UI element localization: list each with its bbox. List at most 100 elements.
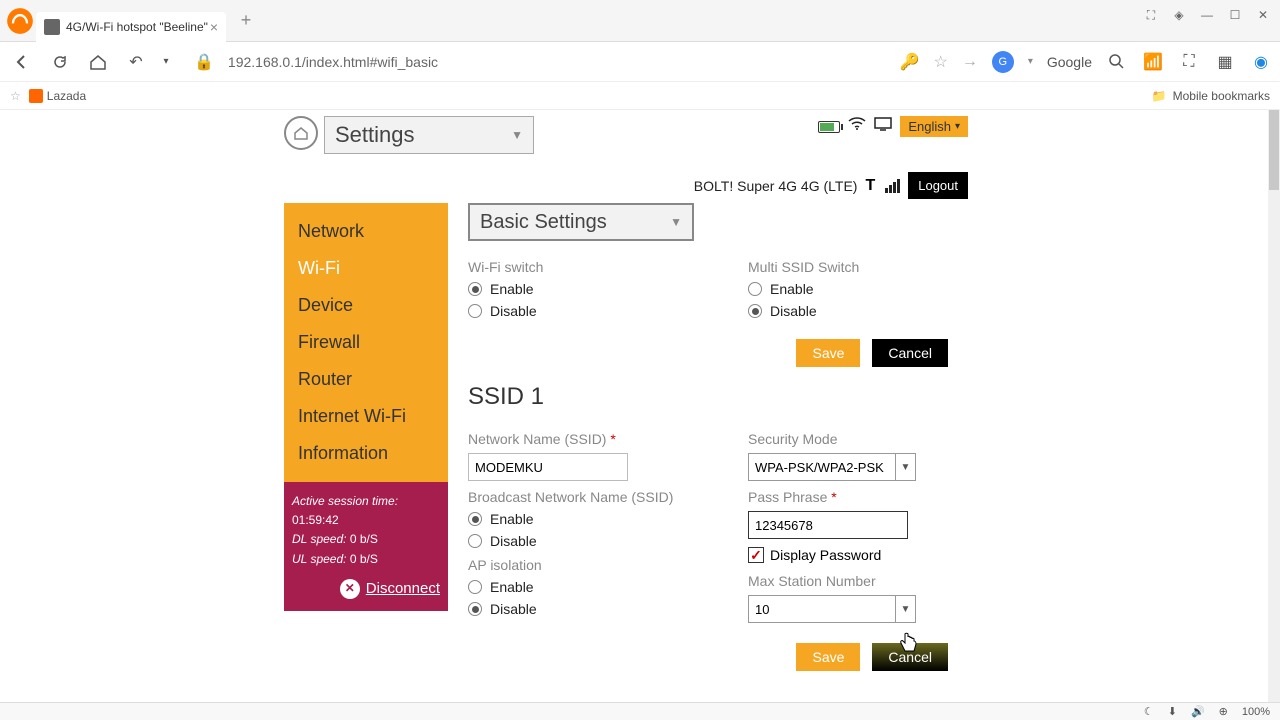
bookmark-bar: ☆ Lazada 📁 Mobile bookmarks — [0, 82, 1280, 110]
passphrase-label: Pass Phrase * — [748, 489, 968, 505]
disconnect-button[interactable]: ✕ Disconnect — [292, 577, 440, 601]
broadcast-enable-radio[interactable]: Enable — [468, 511, 688, 527]
network-name-label: Network Name (SSID) * — [468, 431, 688, 447]
session-time-value: 01:59:42 — [292, 511, 440, 530]
sidebar-item-firewall[interactable]: Firewall — [284, 324, 448, 361]
vertical-scrollbar[interactable] — [1268, 110, 1280, 702]
signal-bars-icon — [885, 179, 900, 193]
star-icon[interactable]: ☆ — [933, 52, 947, 72]
sidebar-nav: Network Wi-Fi Device Firewall Router Int… — [284, 203, 448, 482]
reload-button[interactable] — [46, 48, 74, 76]
home-button[interactable] — [84, 48, 112, 76]
chevron-down-icon: ▼ — [895, 454, 915, 480]
cancel-button-bottom[interactable]: Cancel — [872, 643, 948, 671]
ap-iso-enable-radio[interactable]: Enable — [468, 579, 688, 595]
broadcast-disable-radio[interactable]: Disable — [468, 533, 688, 549]
window-expand-icon[interactable]: ⛶ — [1140, 6, 1162, 24]
page-viewport: Settings ▼ English ▾ BOLT! Super 4G 4G (… — [0, 110, 1268, 702]
max-station-value: 10 — [755, 602, 769, 617]
moon-icon[interactable]: ☾ — [1144, 705, 1154, 718]
multi-ssid-enable-radio[interactable]: Enable — [748, 281, 968, 297]
ap-iso-disable-radio[interactable]: Disable — [468, 601, 688, 617]
settings-dropdown[interactable]: Settings ▼ — [324, 116, 534, 154]
zoom-value: 100% — [1242, 706, 1270, 718]
back-button[interactable] — [8, 48, 36, 76]
tab-favicon — [44, 19, 60, 35]
volume-icon[interactable]: 🔊 — [1191, 705, 1205, 718]
wifi-status-icon — [848, 117, 866, 136]
sidebar-item-device[interactable]: Device — [284, 287, 448, 324]
radio-checked-icon — [468, 512, 482, 526]
folder-icon: 📁 — [1152, 89, 1167, 103]
window-close-icon[interactable]: ✕ — [1252, 6, 1274, 24]
basic-settings-dropdown[interactable]: Basic Settings ▼ — [468, 203, 694, 241]
window-shield-icon[interactable]: ◈ — [1168, 6, 1190, 24]
browser-status-bar: ☾ ⬇ 🔊 ⊕ 100% — [0, 702, 1280, 720]
url-text[interactable]: 192.168.0.1/index.html#wifi_basic — [228, 54, 438, 70]
chevron-down-icon: ▼ — [895, 596, 915, 622]
session-time-label: Active session time: — [292, 492, 440, 511]
passphrase-input[interactable] — [748, 511, 908, 539]
logout-button[interactable]: Logout — [908, 172, 968, 199]
save-button-top[interactable]: Save — [796, 339, 860, 367]
sidebar-item-wifi[interactable]: Wi-Fi — [284, 250, 448, 287]
battery-icon — [818, 121, 840, 133]
language-selector[interactable]: English ▾ — [900, 116, 968, 137]
key-icon[interactable]: 🔑 — [900, 52, 920, 72]
window-maximize-icon[interactable]: ☐ — [1224, 6, 1246, 24]
search-icon[interactable] — [1106, 51, 1128, 73]
sidebar-item-network[interactable]: Network — [284, 213, 448, 250]
screenshot-icon[interactable]: ⛶ — [1178, 51, 1200, 73]
forward-arrow-icon[interactable]: → — [962, 53, 978, 71]
extensions-icon[interactable]: ▦ — [1214, 51, 1236, 73]
max-station-label: Max Station Number — [748, 573, 968, 589]
search-engine-label[interactable]: Google — [1047, 54, 1092, 70]
ul-speed-value: 0 b/S — [350, 552, 378, 566]
sidebar-item-router[interactable]: Router — [284, 361, 448, 398]
history-dropdown-icon[interactable]: ▾ — [160, 48, 172, 76]
window-minimize-icon[interactable]: — — [1196, 6, 1218, 24]
mobile-bookmarks-label: Mobile bookmarks — [1173, 89, 1270, 103]
display-password-checkbox[interactable]: Display Password — [748, 547, 968, 563]
wifi-switch-label: Wi-Fi switch — [468, 259, 688, 275]
window-controls: ⛶ ◈ — ☐ ✕ — [1140, 6, 1274, 24]
multi-ssid-disable-radio[interactable]: Disable — [748, 303, 968, 319]
sidebar-item-internet-wifi[interactable]: Internet Wi-Fi — [284, 398, 448, 435]
multi-ssid-label: Multi SSID Switch — [748, 259, 968, 275]
account-avatar[interactable]: G — [992, 51, 1014, 73]
chevron-down-icon: ▼ — [511, 128, 523, 142]
refresh-circle-icon[interactable]: ◉ — [1250, 51, 1272, 73]
tab-close-icon[interactable]: × — [210, 19, 218, 35]
site-lock-icon[interactable]: 🔒 — [194, 52, 214, 72]
broadcast-label: Broadcast Network Name (SSID) — [468, 489, 688, 505]
security-mode-value: WPA-PSK/WPA2-PSK — [755, 460, 884, 475]
bookmark-lazada[interactable]: Lazada — [29, 89, 86, 103]
session-info-panel: Active session time: 01:59:42 DL speed: … — [284, 482, 448, 611]
account-dropdown-icon[interactable]: ▾ — [1028, 56, 1033, 67]
wifi-switch-enable-radio[interactable]: Enable — [468, 281, 688, 297]
bookmark-star-icon[interactable]: ☆ — [10, 89, 21, 103]
zoom-icon[interactable]: ⊕ — [1219, 705, 1228, 718]
scrollbar-thumb[interactable] — [1269, 110, 1279, 190]
home-circle-icon[interactable] — [284, 116, 318, 150]
uc-browser-logo — [4, 5, 36, 37]
browser-tab-strip: 4G/Wi-Fi hotspot "Beeline" × + ⛶ ◈ — ☐ ✕ — [0, 0, 1280, 42]
wifi-switch-disable-radio[interactable]: Disable — [468, 303, 688, 319]
max-station-select[interactable]: 10 ▼ — [748, 595, 916, 623]
checkbox-checked-icon — [748, 547, 764, 563]
settings-dropdown-label: Settings — [335, 122, 415, 148]
new-tab-button[interactable]: + — [234, 9, 258, 33]
history-back-icon[interactable]: ↶ — [122, 48, 150, 76]
network-name-input[interactable] — [468, 453, 628, 481]
sidebar-item-information[interactable]: Information — [284, 435, 448, 472]
radio-checked-icon — [468, 282, 482, 296]
wifi-toolbar-icon[interactable]: 📶 — [1142, 51, 1164, 73]
display-password-label: Display Password — [770, 547, 881, 563]
save-button-bottom[interactable]: Save — [796, 643, 860, 671]
security-mode-select[interactable]: WPA-PSK/WPA2-PSK ▼ — [748, 453, 916, 481]
download-icon[interactable]: ⬇ — [1168, 705, 1177, 718]
ap-isolation-label: AP isolation — [468, 557, 688, 573]
cancel-button-top[interactable]: Cancel — [872, 339, 948, 367]
mobile-bookmarks-link[interactable]: 📁 Mobile bookmarks — [1152, 89, 1270, 103]
browser-tab[interactable]: 4G/Wi-Fi hotspot "Beeline" × — [36, 12, 226, 42]
